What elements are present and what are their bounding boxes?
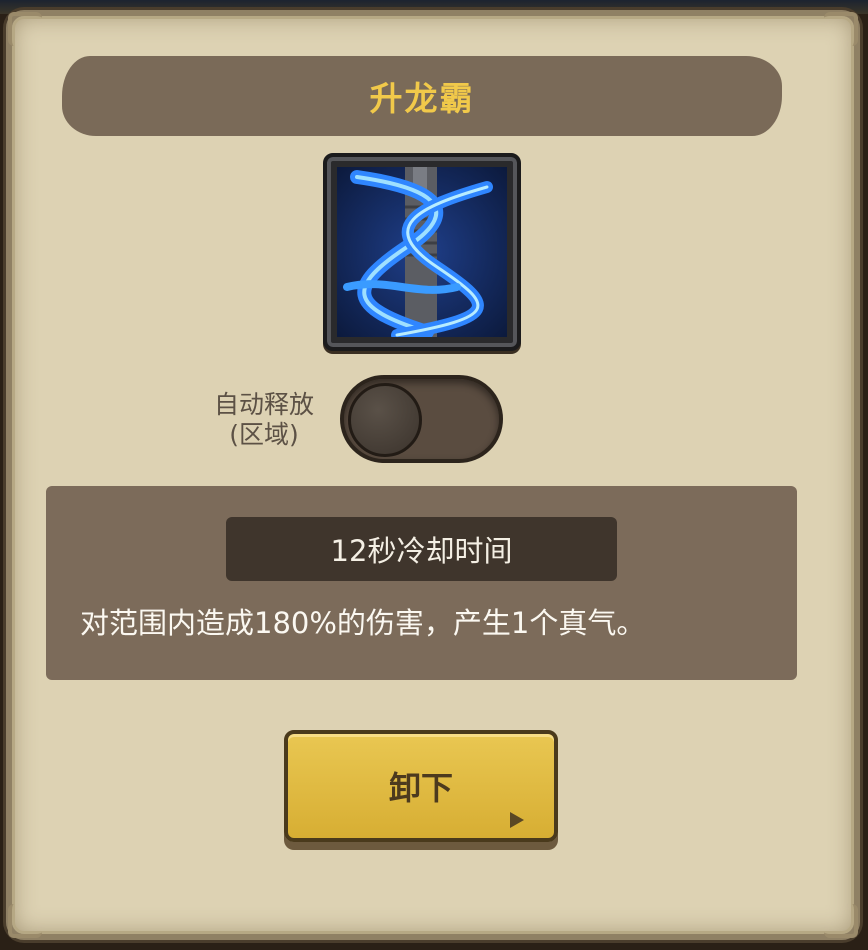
cooldown-badge: 12秒冷却时间: [226, 517, 617, 581]
toggle-knob[interactable]: [348, 383, 422, 457]
skill-description: 对范围内造成180%的伤害，产生1个真气。: [80, 606, 646, 640]
arrow-icon: [510, 812, 524, 828]
corner-ornament: [8, 12, 42, 46]
auto-release-toggle[interactable]: [340, 375, 503, 463]
auto-release-label-line1: 自动释放: [213, 390, 314, 419]
cooldown-text: 12秒冷却时间: [330, 534, 513, 568]
title-banner: 升龙霸: [62, 56, 782, 136]
auto-release-label-line2: (区域): [229, 420, 299, 449]
unequip-button[interactable]: 卸下: [284, 730, 558, 842]
corner-ornament: [824, 12, 858, 46]
unequip-button-label: 卸下: [388, 769, 453, 807]
auto-release-label: 自动释放 (区域): [200, 390, 328, 450]
skill-title: 升龙霸: [369, 79, 475, 118]
corner-ornament: [8, 904, 42, 938]
lightning-sword-icon: [337, 167, 507, 337]
skill-icon-frame: [323, 153, 521, 351]
skill-description-box: 12秒冷却时间 对范围内造成180%的伤害，产生1个真气。: [46, 486, 797, 680]
corner-ornament: [824, 904, 858, 938]
